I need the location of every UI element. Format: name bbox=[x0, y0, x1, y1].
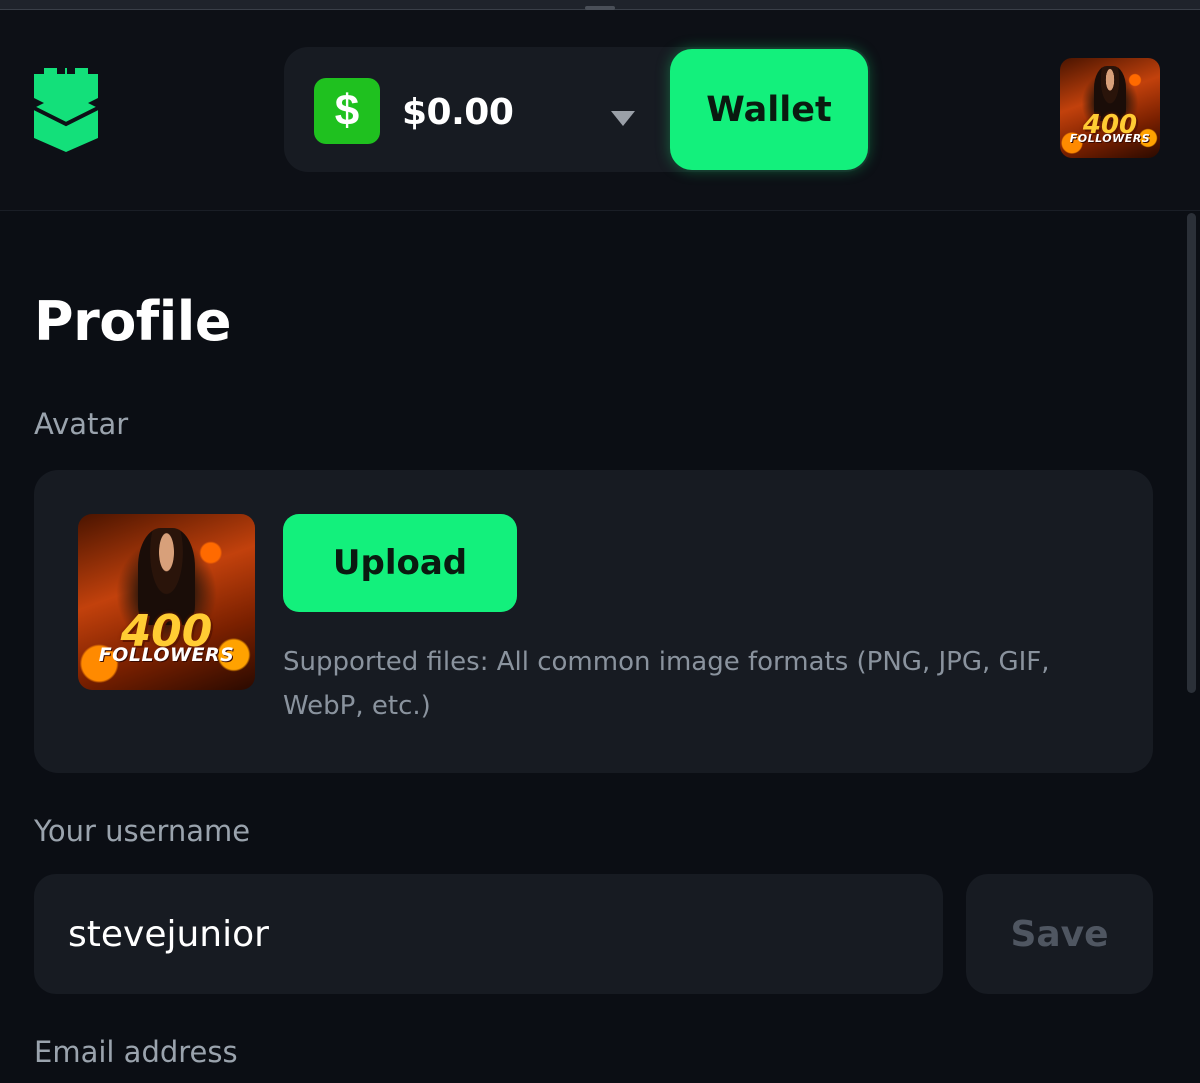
user-avatar[interactable]: 400 FOLLOWERS bbox=[1060, 58, 1160, 158]
upload-button[interactable]: Upload bbox=[283, 514, 517, 612]
castle-logo-icon[interactable] bbox=[32, 68, 100, 152]
wallet-balance: $0.00 bbox=[402, 91, 514, 133]
avatar-image: 400 FOLLOWERS bbox=[1060, 58, 1160, 158]
top-header: $ $0.00 Wallet 400 FOLLOWERS bbox=[0, 10, 1200, 211]
avatar-preview-image: 400 FOLLOWERS bbox=[78, 514, 255, 690]
page-scrollbar[interactable] bbox=[1187, 213, 1196, 693]
save-button[interactable]: Save bbox=[966, 874, 1153, 994]
currency-symbol: $ bbox=[334, 86, 360, 135]
dollar-icon: $ bbox=[314, 78, 380, 144]
app-root: $ $0.00 Wallet 400 FOLLOWERS Profile Ava… bbox=[0, 0, 1200, 1083]
window-top-edge bbox=[0, 0, 1200, 10]
page-title: Profile bbox=[34, 290, 231, 353]
avatar-preview-caption: FOLLOWERS bbox=[98, 644, 235, 667]
wallet-bar[interactable]: $ $0.00 Wallet bbox=[284, 47, 870, 172]
wallet-button[interactable]: Wallet bbox=[670, 49, 868, 170]
avatar-label: Avatar bbox=[34, 407, 129, 441]
avatar-card: 400 FOLLOWERS Upload Supported files: Al… bbox=[34, 470, 1153, 773]
username-label: Your username bbox=[34, 814, 251, 848]
username-input[interactable]: stevejunior bbox=[34, 874, 943, 994]
supported-files-text: Supported files: All common image format… bbox=[283, 647, 1050, 721]
avatar-art-caption: FOLLOWERS bbox=[1069, 132, 1151, 145]
email-label: Email address bbox=[34, 1035, 238, 1069]
avatar-preview: 400 FOLLOWERS bbox=[78, 514, 255, 690]
caret-down-icon[interactable] bbox=[611, 111, 635, 126]
